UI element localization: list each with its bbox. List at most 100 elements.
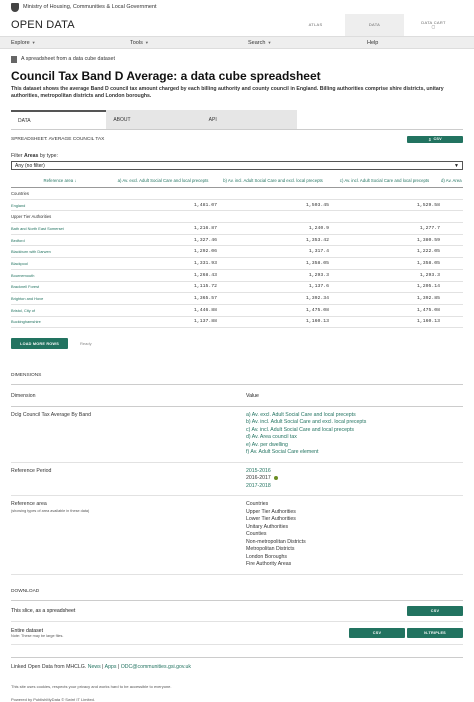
nav-search-label: Search [248,39,266,46]
csv-download-label: CSV [433,137,442,141]
cell-value: 1,160.13 [217,316,329,329]
table-status: Ready [80,341,92,347]
nav-tools[interactable]: Tools ▼ [130,40,149,46]
cell-value [440,210,463,224]
mode-tab-data[interactable]: DATA [345,14,404,36]
dimension-cell: Dclg Council Tax Average By Band [11,412,246,457]
chevron-down-icon: ▼ [267,40,272,45]
column-header[interactable]: d) Av. Area [440,174,463,188]
row-area[interactable]: Bournemouth [11,269,109,282]
nav-search[interactable]: Search ▼ [248,40,271,46]
department-name: Ministry of Housing, Communities & Local… [23,4,157,10]
dimension-value-text: b) Av. incl. Adult Social Care and excl.… [246,419,367,426]
dimension-value-link[interactable]: 2015-2016 [246,468,278,476]
mode-tab-data-cart[interactable]: DATA CART ▢ [404,14,463,36]
column-header[interactable]: Reference area ↓ [11,174,109,188]
dimension-value-link[interactable]: c) Av. incl. Adult Social Care and local… [246,427,366,435]
cell-value: 1,293.3 [217,269,329,282]
cell-value [109,210,217,224]
dimension-value-link[interactable]: 2017-2018 [246,483,278,491]
cell-value: 1,317.4 [217,245,329,259]
dimension-value-link[interactable]: d) Av. Area council tax [246,434,366,442]
brand-bar: OPEN DATA ATLAS DATA DATA CART ▢ [0,14,474,37]
dimensions-header: Dimension Value [11,385,463,407]
dimension-value-text: 2017-2018 [246,482,271,489]
dimension-value-text: a) Av. excl. Adult Social Care and local… [246,411,356,418]
dimension-value-text: Lower Tier Authorities [246,516,296,523]
dimension-value-link[interactable]: b) Av. incl. Adult Social Care and excl.… [246,419,366,427]
cell-value: 1,358.05 [217,257,329,270]
dimension-value-link[interactable]: a) Av. excl. Adult Social Care and local… [246,412,366,420]
table-row: Bath and North East Somerset 1,216.87 1,24… [11,222,463,235]
cell-value: 1,353.42 [217,234,329,247]
column-header[interactable]: b) Av. incl. Adult Social Care and excl.… [217,174,329,188]
download-heading: DOWNLOAD [11,589,463,601]
cell-value [217,210,329,224]
dimension-value-text: Non-metropolitan Districts [246,538,306,545]
site-brand[interactable]: OPEN DATA [0,14,75,36]
row-area[interactable]: Blackburn with Darwen [11,245,109,259]
footer-apps-link[interactable]: Apps [105,664,117,670]
slice-csv-button[interactable]: CSV [407,605,463,616]
cart-icon: ▢ [431,24,436,29]
filter-label-post: by type: [38,153,58,159]
nav-explore[interactable]: Explore ▼ [11,40,36,46]
footer-news-link[interactable]: News [88,664,101,670]
value-col-header: Value [246,393,259,400]
download-slice-row: This slice, as a spreadsheet CSV [11,601,463,622]
dimension-value-text: 2016-2017 [246,475,271,482]
row-area[interactable]: Brighton and Hove [11,292,109,305]
column-header[interactable]: a) Av. excl. Adult Social Care and local… [109,174,217,188]
load-more-button[interactable]: LOAD MORE ROWS [11,338,68,350]
govt-header: Ministry of Housing, Communities & Local… [0,0,474,14]
table-row: Bournemouth 1,268.43 1,293.3 1,293.3 [11,269,463,282]
spreadsheet-panel: SPREADSHEET: AVERAGE COUNCIL TAX ⇩ CSV Fi… [11,129,463,350]
download-icon: ⇩ [428,137,432,142]
tab-api[interactable]: API [202,110,297,129]
mode-tab-atlas[interactable]: ATLAS [286,14,345,36]
dimension-value-link[interactable]: e) Av. per dwelling [246,442,366,450]
dimension-value: Counties [246,531,306,539]
dimension-row: Dclg Council Tax Average By Band a) Av. e… [11,407,463,463]
cell-value [440,257,463,270]
dimension-value-link[interactable]: f) Av. Adult Social Care element [246,449,366,457]
row-area: Upper Tier Authorities [11,210,109,224]
footer-email-link[interactable]: ODC@communities.gsi.gov.uk [121,664,191,670]
footer-cookies: This site uses cookies, respects your pr… [11,683,172,689]
tab-data[interactable]: DATA [11,110,107,129]
nav-help[interactable]: Help [367,40,378,46]
cell-value [440,187,463,200]
cell-value [440,199,463,212]
entire-ntriples-button[interactable]: N-TRIPLES [407,627,463,638]
dimension-row: Reference area (showing types of area ava… [11,496,463,575]
breadcrumb-text[interactable]: A spreadsheet from a data cube dataset [21,56,115,62]
row-area[interactable]: Buckinghamshire [11,316,109,329]
cell-value: 1,358.05 [329,257,440,270]
row-area[interactable]: Blackpool [11,257,109,270]
dimension-values: Countries Upper Tier Authorities Lower Tie… [246,501,306,569]
entire-csv-button[interactable]: CSV [349,627,405,638]
dimension-cell: Reference area (showing types of area ava… [11,501,246,569]
dimension-value-text: c) Av. incl. Adult Social Care and local… [246,426,354,433]
table-row: Buckinghamshire 1,137.88 1,160.13 1,160.13 [11,316,463,329]
table-row: Blackpool 1,331.93 1,358.05 1,358.05 [11,257,463,270]
csv-download-button[interactable]: ⇩ CSV [407,135,463,143]
row-area[interactable]: Bracknell Forest [11,281,109,294]
spreadsheet-label: SPREADSHEET: AVERAGE COUNCIL TAX [11,136,105,142]
table-row: Bracknell Forest 1,115.72 1,137.6 1,205.14 [11,281,463,294]
cell-value [440,292,463,305]
cell-value: 1,503.45 [217,199,329,212]
cell-value: 1,392.34 [217,292,329,305]
row-area[interactable]: Bristol, City of [11,304,109,317]
nav-tools-label: Tools [130,39,143,46]
area-type-filter[interactable]: Any (no filter) ▼ [11,161,463,170]
cell-value: 1,292.06 [109,245,217,259]
column-header[interactable]: c) Av. incl. Adult Social Care and local… [329,174,440,188]
cell-value [329,210,440,224]
row-area[interactable]: England [11,199,109,212]
cell-value: 1,475.08 [329,304,440,317]
row-area[interactable]: Bedford [11,234,109,247]
tab-about[interactable]: ABOUT [106,110,201,129]
row-area[interactable]: Bath and North East Somerset [11,222,109,235]
filter-label-pre: Filter [11,153,24,159]
